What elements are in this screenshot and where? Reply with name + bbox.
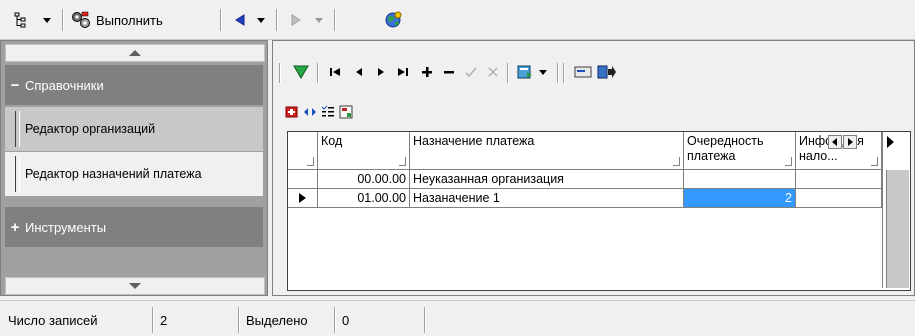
back-dropdown-arrow[interactable] — [254, 8, 268, 32]
toolbar-separator — [220, 9, 222, 31]
cell-payment-purpose[interactable]: Назаначение 1 — [410, 189, 684, 208]
sort-indicator-icon — [785, 157, 792, 166]
post-edit-icon[interactable] — [461, 61, 481, 83]
nav-scroll-up-button[interactable] — [5, 44, 265, 62]
execute-label: Выполнить — [96, 12, 163, 28]
sort-indicator-icon — [673, 157, 680, 166]
record-navigator-toolbar — [279, 57, 759, 87]
row-indicator-current[interactable] — [288, 189, 318, 208]
column-width-icon[interactable] — [303, 105, 317, 122]
column-header-code[interactable]: Код — [318, 132, 410, 170]
navigation-panel: − Справочники Редактор организаций Редак… — [0, 40, 268, 296]
grid-settings-icon[interactable] — [339, 105, 353, 122]
row-indicator-header — [288, 132, 318, 170]
cell-code[interactable]: 01.00.00 — [318, 189, 410, 208]
expand-icon: + — [10, 218, 20, 236]
column-header-payment-priority[interactable]: Очередность платежа — [684, 132, 796, 170]
nav-item-payment-purposes-editor[interactable]: Редактор назначений платежа — [5, 152, 263, 196]
cell-payment-purpose[interactable]: Неуказанная организация — [410, 170, 684, 189]
execute-button[interactable]: Выполнить — [70, 8, 210, 32]
records-count-value: 2 — [160, 313, 168, 328]
scroll-left-icon[interactable] — [828, 135, 842, 149]
tree-dropdown-arrow[interactable] — [40, 8, 54, 32]
back-arrow-icon[interactable] — [230, 8, 250, 32]
vertical-scrollbar[interactable] — [886, 170, 909, 288]
report-form-icon[interactable] — [573, 61, 593, 83]
sort-indicator-icon — [871, 157, 878, 166]
sort-indicator-icon — [399, 157, 406, 166]
globe-icon[interactable] — [380, 8, 406, 32]
nav-scroll-down-button[interactable] — [5, 277, 265, 295]
column-list-icon[interactable] — [321, 105, 335, 122]
gears-icon — [72, 11, 90, 28]
prior-record-icon[interactable] — [349, 61, 369, 83]
last-record-icon[interactable] — [393, 61, 413, 83]
selected-count-label: Выделено — [246, 313, 308, 328]
status-bar: Число записей 2 Выделено 0 — [0, 300, 915, 336]
insert-record-icon[interactable] — [417, 61, 437, 83]
nav-item-label: Редактор организаций — [25, 122, 156, 136]
insert-row-icon[interactable] — [285, 105, 299, 122]
toolbar-separator — [62, 9, 64, 31]
header-scroll-buttons — [828, 135, 858, 149]
selected-count-value: 0 — [342, 313, 350, 328]
scroll-up-icon — [129, 50, 141, 56]
toolbar-separator — [334, 9, 336, 31]
records-count-label: Число записей — [8, 313, 98, 328]
editor-panel: Код Назначение платежа Очередность плате… — [272, 40, 915, 296]
cell-tax-info[interactable] — [796, 170, 882, 189]
scroll-right-icon[interactable] — [843, 135, 857, 149]
main-toolbar: Выполнить — [0, 0, 915, 40]
collapse-icon: − — [10, 76, 20, 94]
more-columns-icon[interactable] — [886, 136, 894, 151]
grid-mini-toolbar — [281, 105, 381, 121]
refresh-dropdown-arrow[interactable] — [537, 61, 549, 83]
filter-icon[interactable] — [291, 61, 311, 83]
nav-item-organizations-editor[interactable]: Редактор организаций — [5, 107, 263, 151]
nav-group-references[interactable]: − Справочники — [5, 65, 263, 105]
first-record-icon[interactable] — [325, 61, 345, 83]
cell-code[interactable]: 00.00.00 — [318, 170, 410, 189]
forward-dropdown-arrow[interactable] — [312, 8, 326, 32]
current-row-arrow-icon — [299, 193, 306, 203]
nav-item-label: Редактор назначений платежа — [25, 167, 202, 181]
row-indicator[interactable] — [288, 170, 318, 189]
refresh-data-icon[interactable] — [515, 61, 535, 83]
delete-record-icon[interactable] — [439, 61, 459, 83]
export-icon[interactable] — [597, 61, 617, 83]
data-grid: Код Назначение платежа Очередность плате… — [287, 131, 911, 291]
cell-payment-priority[interactable] — [684, 170, 796, 189]
cancel-edit-icon[interactable] — [483, 61, 503, 83]
cell-payment-priority-selected[interactable]: 2 — [684, 189, 796, 208]
column-header-payment-purpose[interactable]: Назначение платежа — [410, 132, 684, 170]
nav-group-label: Справочники — [25, 77, 104, 93]
next-record-icon[interactable] — [371, 61, 391, 83]
scroll-down-icon — [129, 283, 141, 289]
cell-tax-info[interactable] — [796, 189, 882, 208]
nav-group-label: Инструменты — [25, 219, 107, 235]
nav-group-tools[interactable]: + Инструменты — [5, 207, 263, 247]
toolbar-separator — [276, 9, 278, 31]
tree-view-icon[interactable] — [8, 8, 34, 32]
forward-arrow-icon[interactable] — [286, 8, 306, 32]
